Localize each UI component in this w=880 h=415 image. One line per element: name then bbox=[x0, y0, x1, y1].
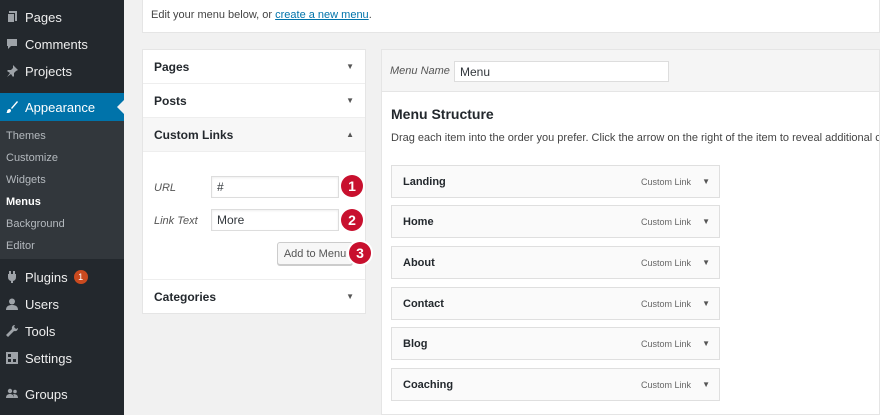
submenu-item-editor[interactable]: Editor bbox=[6, 240, 35, 252]
expand-arrow-icon[interactable]: ▼ bbox=[702, 217, 710, 226]
expand-arrow-icon[interactable]: ▼ bbox=[702, 299, 710, 308]
caret-down-icon: ▼ bbox=[346, 292, 354, 301]
submenu-item-themes[interactable]: Themes bbox=[6, 130, 46, 142]
accordion-categories[interactable]: Categories ▼ bbox=[143, 279, 365, 313]
menu-item[interactable]: Landing Custom Link ▼ bbox=[391, 165, 720, 198]
submenu-item-widgets[interactable]: Widgets bbox=[6, 174, 46, 186]
link-text-label: Link Text bbox=[154, 215, 198, 227]
caret-down-icon: ▼ bbox=[346, 62, 354, 71]
menu-name-input[interactable] bbox=[454, 61, 669, 82]
settings-icon bbox=[6, 352, 18, 364]
menu-editor-header: Menu Name bbox=[382, 50, 879, 92]
expand-arrow-icon[interactable]: ▼ bbox=[702, 380, 710, 389]
sidebar-item-label: Plugins bbox=[25, 269, 68, 285]
user-icon bbox=[6, 298, 18, 310]
sidebar-item-users[interactable]: Users bbox=[0, 291, 124, 317]
menu-item[interactable]: Blog Custom Link ▼ bbox=[391, 327, 720, 360]
accordion-custom-links[interactable]: Custom Links ▲ bbox=[143, 118, 365, 152]
submenu-item-customize[interactable]: Customize bbox=[6, 152, 58, 164]
appearance-submenu: Themes Customize Widgets Menus Backgroun… bbox=[0, 121, 124, 259]
menu-item-type: Custom Link bbox=[640, 338, 691, 349]
add-menu-items-panel: Pages ▼ Posts ▼ Custom Links ▲ URL 1 Lin… bbox=[142, 49, 371, 314]
sidebar-item-label: Users bbox=[25, 296, 59, 312]
accordion-title: Posts bbox=[154, 93, 187, 108]
menu-name-label: Menu Name bbox=[390, 65, 450, 77]
menu-item-type: Custom Link bbox=[640, 216, 691, 227]
menu-item-type: Custom Link bbox=[640, 176, 691, 187]
menu-item-title: Home bbox=[403, 215, 434, 228]
accordion-title: Pages bbox=[154, 59, 190, 74]
accordion-title: Categories bbox=[154, 289, 217, 304]
wrench-icon bbox=[6, 325, 18, 337]
update-count-badge: 1 bbox=[73, 270, 88, 284]
link-text-input[interactable] bbox=[211, 209, 339, 231]
menu-structure-description: Drag each item into the order you prefer… bbox=[391, 132, 879, 144]
brush-icon bbox=[6, 101, 18, 113]
pin-icon bbox=[6, 65, 18, 77]
url-input[interactable] bbox=[211, 176, 339, 198]
menu-item[interactable]: About Custom Link ▼ bbox=[391, 246, 720, 279]
menu-item-type: Custom Link bbox=[640, 379, 691, 390]
submenu-item-menus[interactable]: Menus bbox=[6, 196, 41, 208]
menu-item-type: Custom Link bbox=[640, 257, 691, 268]
accordion-posts[interactable]: Posts ▼ bbox=[143, 84, 365, 118]
step-marker-1: 1 bbox=[341, 175, 363, 197]
menu-item[interactable]: Coaching Custom Link ▼ bbox=[391, 368, 720, 401]
sidebar-item-label: Projects bbox=[25, 63, 72, 79]
sidebar-item-label: Groups bbox=[25, 386, 68, 402]
menu-item-title: Coaching bbox=[403, 378, 454, 391]
comments-icon bbox=[6, 38, 18, 50]
menu-item[interactable]: Contact Custom Link ▼ bbox=[391, 287, 720, 320]
caret-down-icon: ▼ bbox=[346, 96, 354, 105]
sidebar-item-settings[interactable]: Settings bbox=[0, 345, 124, 371]
submenu-item-background[interactable]: Background bbox=[6, 218, 65, 230]
notice-text: Edit your menu below, or bbox=[151, 9, 276, 21]
plugin-icon bbox=[6, 271, 18, 283]
sidebar-item-label: Appearance bbox=[25, 99, 96, 115]
accordion-pages[interactable]: Pages ▼ bbox=[143, 50, 365, 84]
sidebar-item-groups[interactable]: Groups bbox=[0, 381, 124, 407]
sidebar-item-label: Tools bbox=[25, 323, 56, 339]
menu-item-title: About bbox=[403, 256, 435, 269]
sidebar-item-appearance[interactable]: Appearance bbox=[0, 93, 124, 121]
notice-suffix: . bbox=[368, 9, 372, 21]
menu-structure-title: Menu Structure bbox=[391, 106, 494, 122]
sidebar-item-pages[interactable]: Pages bbox=[0, 4, 124, 30]
sidebar-item-label: Comments bbox=[25, 36, 88, 52]
sidebar-item-comments[interactable]: Comments bbox=[0, 31, 124, 57]
menu-editor-panel: Menu Name Menu Structure Drag each item … bbox=[381, 49, 880, 415]
expand-arrow-icon[interactable]: ▼ bbox=[702, 258, 710, 267]
menu-item-title: Blog bbox=[403, 337, 428, 350]
sidebar-item-label: Settings bbox=[25, 350, 72, 366]
accordion-title: Custom Links bbox=[154, 127, 234, 142]
sidebar-item-label: Pages bbox=[25, 9, 62, 25]
pages-icon bbox=[6, 11, 18, 23]
expand-arrow-icon[interactable]: ▼ bbox=[702, 339, 710, 348]
caret-up-icon: ▲ bbox=[346, 130, 354, 139]
create-new-menu-link[interactable]: create a new menu bbox=[275, 9, 369, 21]
admin-sidebar: Pages Comments Projects Appearance Theme… bbox=[0, 0, 124, 415]
sidebar-item-projects[interactable]: Projects bbox=[0, 58, 124, 84]
expand-arrow-icon[interactable]: ▼ bbox=[702, 177, 710, 186]
step-marker-2: 2 bbox=[341, 209, 363, 231]
menu-item-type: Custom Link bbox=[640, 298, 691, 309]
sidebar-item-plugins[interactable]: Plugins 1 bbox=[0, 264, 124, 290]
sidebar-item-tools[interactable]: Tools bbox=[0, 318, 124, 344]
menu-item-title: Landing bbox=[403, 175, 446, 188]
url-label: URL bbox=[154, 182, 177, 194]
menu-item[interactable]: Home Custom Link ▼ bbox=[391, 205, 720, 238]
step-marker-3: 3 bbox=[349, 242, 371, 264]
groups-icon bbox=[6, 388, 18, 400]
menu-edit-notice: Edit your menu below, or create a new me… bbox=[142, 0, 880, 33]
menu-item-title: Contact bbox=[403, 297, 444, 310]
add-to-menu-button[interactable]: Add to Menu bbox=[277, 242, 353, 265]
